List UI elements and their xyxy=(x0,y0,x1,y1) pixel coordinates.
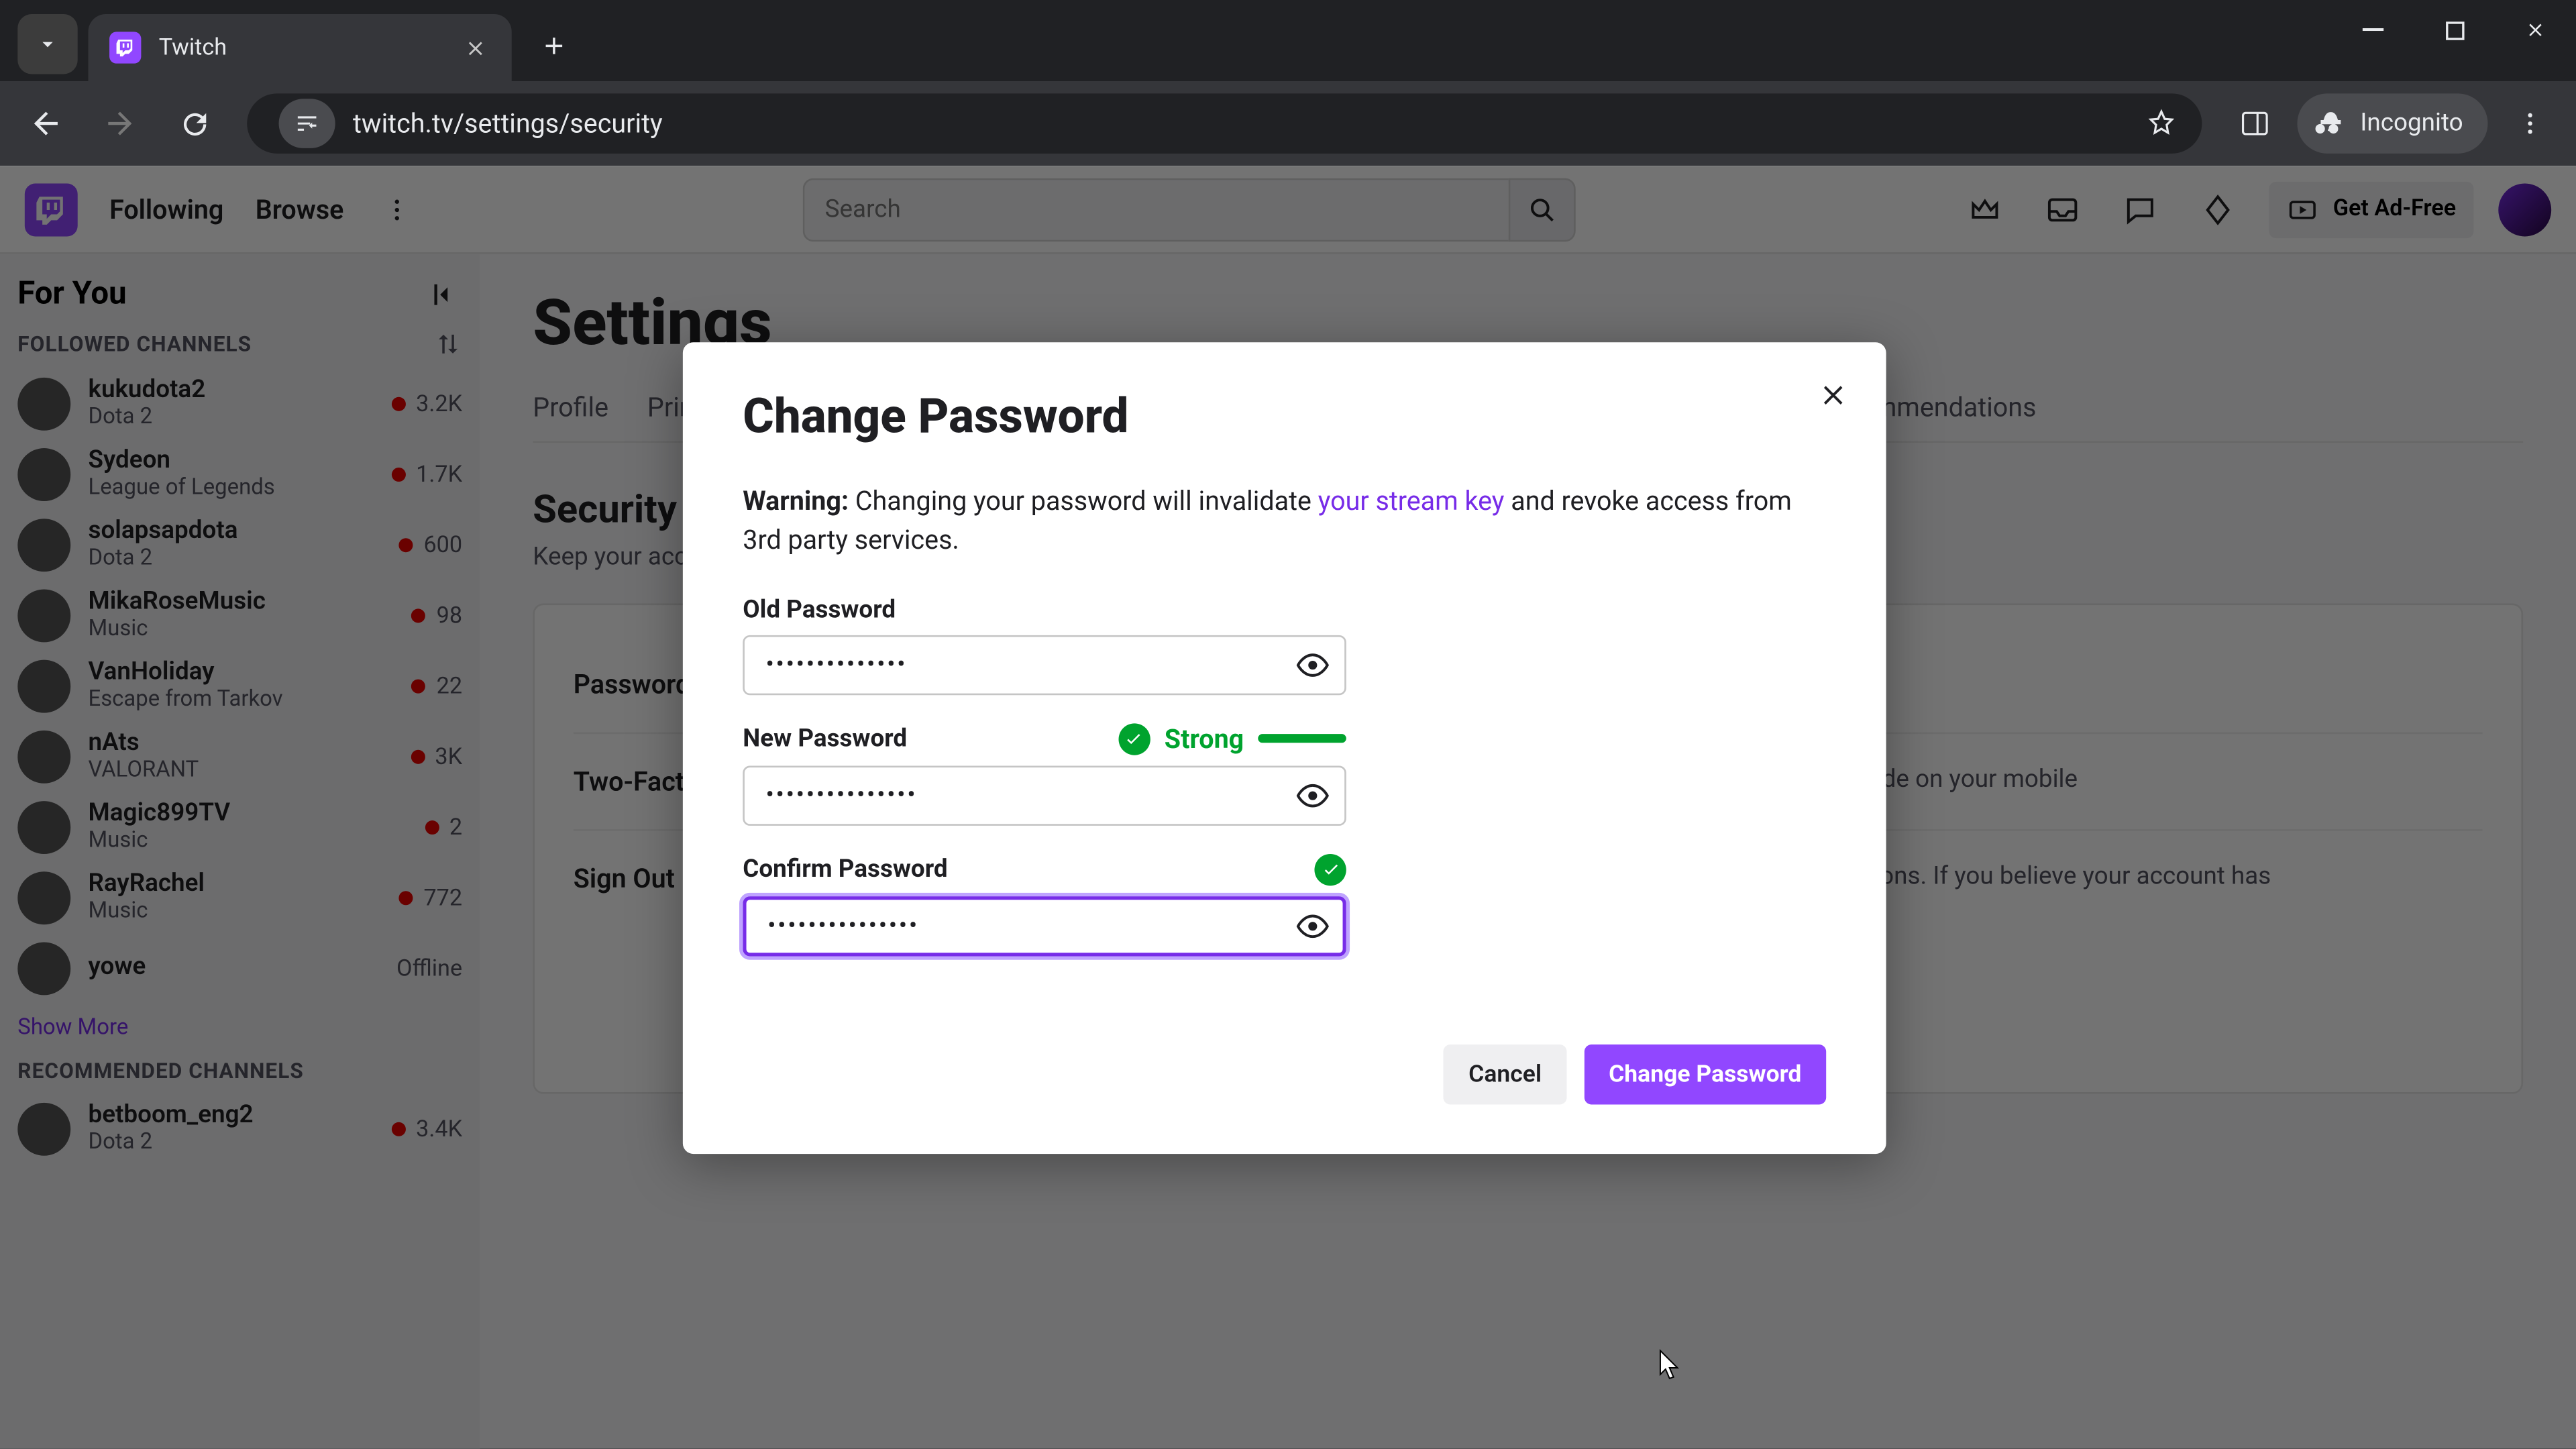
eye-icon xyxy=(1295,777,1331,813)
panel-icon xyxy=(2239,107,2270,139)
nav-back-button[interactable] xyxy=(14,92,78,156)
minimize-icon xyxy=(2363,19,2384,41)
maximize-icon xyxy=(2445,20,2464,40)
new-tab-button[interactable] xyxy=(529,21,579,71)
reload-icon xyxy=(177,107,211,140)
check-circle-icon xyxy=(1118,722,1150,754)
tab-close-button[interactable] xyxy=(459,32,490,63)
omnibox[interactable]: twitch.tv/settings/security xyxy=(247,93,2201,153)
check-circle-icon xyxy=(1314,853,1346,885)
toggle-visibility-button[interactable] xyxy=(1293,645,1332,684)
cancel-button[interactable]: Cancel xyxy=(1444,1044,1566,1104)
incognito-icon xyxy=(2314,107,2346,139)
kebab-icon xyxy=(2516,109,2544,138)
url-text: twitch.tv/settings/security xyxy=(353,107,2127,139)
change-password-button[interactable]: Change Password xyxy=(1584,1044,1826,1104)
tab-strip: Twitch xyxy=(0,0,2576,81)
nav-forward-button[interactable] xyxy=(89,92,152,156)
tab-search-button[interactable] xyxy=(17,14,77,74)
modal-close-button[interactable] xyxy=(1805,367,1862,423)
toggle-visibility-button[interactable] xyxy=(1293,906,1332,945)
eye-icon xyxy=(1295,908,1331,943)
old-password-label: Old Password xyxy=(743,596,896,624)
toggle-visibility-button[interactable] xyxy=(1293,775,1332,814)
stream-key-link[interactable]: your stream key xyxy=(1318,485,1505,517)
side-panel-button[interactable] xyxy=(2222,92,2286,156)
strength-bar xyxy=(1258,734,1346,743)
incognito-label: Incognito xyxy=(2360,109,2463,138)
new-password-input[interactable] xyxy=(743,765,1346,824)
close-icon xyxy=(2525,19,2546,41)
star-icon[interactable] xyxy=(2145,107,2177,139)
strength-label: Strong xyxy=(1165,722,1244,754)
browser-menu-button[interactable] xyxy=(2498,92,2562,156)
browser-tab[interactable]: Twitch xyxy=(89,14,512,81)
incognito-indicator[interactable]: Incognito xyxy=(2297,93,2488,153)
eye-icon xyxy=(1295,647,1331,682)
window-minimize-button[interactable] xyxy=(2332,0,2414,60)
window-close-button[interactable] xyxy=(2495,0,2576,60)
new-password-field: New Password Strong xyxy=(743,722,1346,825)
old-password-field: Old Password xyxy=(743,596,1346,694)
close-icon xyxy=(1817,379,1849,411)
nav-reload-button[interactable] xyxy=(162,92,226,156)
chevron-down-icon xyxy=(36,32,60,56)
password-strength: Strong xyxy=(1118,722,1346,754)
address-bar: twitch.tv/settings/security Incognito xyxy=(0,81,2576,166)
twitch-favicon xyxy=(109,32,141,63)
confirm-password-input[interactable] xyxy=(743,896,1346,955)
arrow-left-icon xyxy=(28,106,64,142)
browser-chrome: Twitch twitch.tv/settings/security xyxy=(0,0,2576,166)
change-password-modal: Change Password Warning: Changing your p… xyxy=(683,342,1886,1153)
window-controls xyxy=(2332,0,2576,60)
arrow-right-icon xyxy=(103,106,138,142)
new-password-label: New Password xyxy=(743,724,907,753)
confirm-password-field: Confirm Password xyxy=(743,853,1346,956)
plus-icon xyxy=(540,32,568,60)
tab-title: Twitch xyxy=(159,34,441,60)
modal-warning: Warning: Changing your password will inv… xyxy=(743,484,1826,560)
site-info-button[interactable] xyxy=(279,99,335,148)
page-viewport: Following Browse Get Ad-Free xyxy=(0,166,2576,1449)
modal-title: Change Password xyxy=(743,388,1826,445)
window-maximize-button[interactable] xyxy=(2414,0,2495,60)
tune-icon xyxy=(294,111,319,136)
old-password-input[interactable] xyxy=(743,635,1346,694)
close-icon xyxy=(463,36,486,59)
confirm-password-label: Confirm Password xyxy=(743,855,947,883)
modal-actions: Cancel Change Password xyxy=(743,1044,1826,1104)
